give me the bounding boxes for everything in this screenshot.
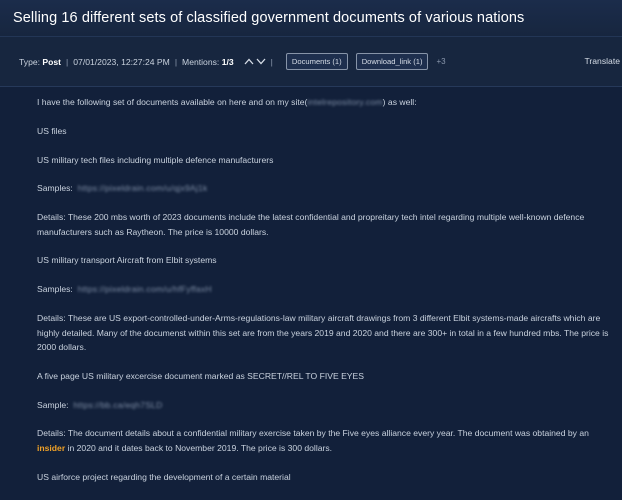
highlighted-keyword: insider	[37, 442, 66, 453]
details-text: Details: The document details about a co…	[37, 428, 589, 439]
samples-line-1: Samples: https://pixeldrain.com/u/qjx9Aj…	[37, 181, 618, 196]
intro-text-end: ) as well:	[382, 97, 417, 107]
exercise-heading: A five page US military excercise docume…	[37, 370, 365, 381]
more-tags-count[interactable]: +3	[436, 57, 445, 66]
samples-label: Samples:	[37, 183, 73, 194]
airforce-heading: US airforce project regarding the develo…	[37, 471, 291, 482]
meta-separator: |	[66, 56, 69, 67]
intro-paragraph: I have the following set of documents av…	[37, 95, 618, 110]
meta-separator: |	[270, 56, 273, 67]
details-paragraph-2: Details: These are US export-controlled-…	[37, 313, 609, 353]
meta-separator: |	[174, 56, 178, 67]
chevron-up-icon[interactable]	[244, 58, 254, 65]
documents-button[interactable]: Documents (1)	[285, 53, 348, 70]
download-link-button[interactable]: Download_link (1)	[355, 53, 429, 70]
mentions-value: 1/3	[221, 56, 234, 67]
intro-text: I have the following set of documents av…	[37, 97, 308, 107]
sample-label: Sample:	[37, 399, 69, 410]
post-title-bar: Selling 16 different sets of classified …	[0, 0, 622, 37]
redacted-sample-link[interactable]: https://pixeldrain.com/u/hfFyffaxH	[78, 282, 212, 297]
post-meta-bar: Type: Post | 07/01/2023, 12:27:24 PM | M…	[0, 37, 622, 87]
post-body: I have the following set of documents av…	[0, 87, 622, 484]
mention-nav	[244, 58, 266, 65]
us-files-heading: US files	[37, 125, 67, 136]
translate-button[interactable]: Translate	[584, 56, 620, 66]
samples-line-2: Samples: https://pixeldrain.com/u/hfFyff…	[37, 282, 618, 297]
type-label: Type:	[19, 56, 41, 67]
sample-line-3: Sample: https://bb.ca/eqh7SLD	[37, 398, 618, 413]
mentions-label: Mentions:	[182, 56, 220, 67]
redacted-site-link[interactable]: intelrepository.com	[307, 95, 382, 110]
type-value: Post	[42, 56, 62, 67]
post-title: Selling 16 different sets of classified …	[13, 10, 525, 26]
post-datetime: 07/01/2023, 12:27:24 PM	[73, 56, 170, 67]
details-text-end: in 2020 and it dates back to November 20…	[65, 442, 333, 453]
chevron-down-icon[interactable]	[256, 58, 266, 65]
samples-label: Samples:	[37, 284, 73, 295]
tech-files-heading: US military tech files including multipl…	[37, 154, 274, 165]
redacted-sample-link[interactable]: https://pixeldrain.com/u/qjx9Aj1k	[78, 181, 208, 196]
details-paragraph-3: Details: The document details about a co…	[37, 426, 618, 455]
transport-heading: US military transport Aircraft from Elbi…	[37, 255, 217, 266]
details-paragraph-1: Details: These 200 mbs worth of 2023 doc…	[37, 212, 585, 237]
redacted-sample-link[interactable]: https://bb.ca/eqh7SLD	[73, 398, 162, 413]
